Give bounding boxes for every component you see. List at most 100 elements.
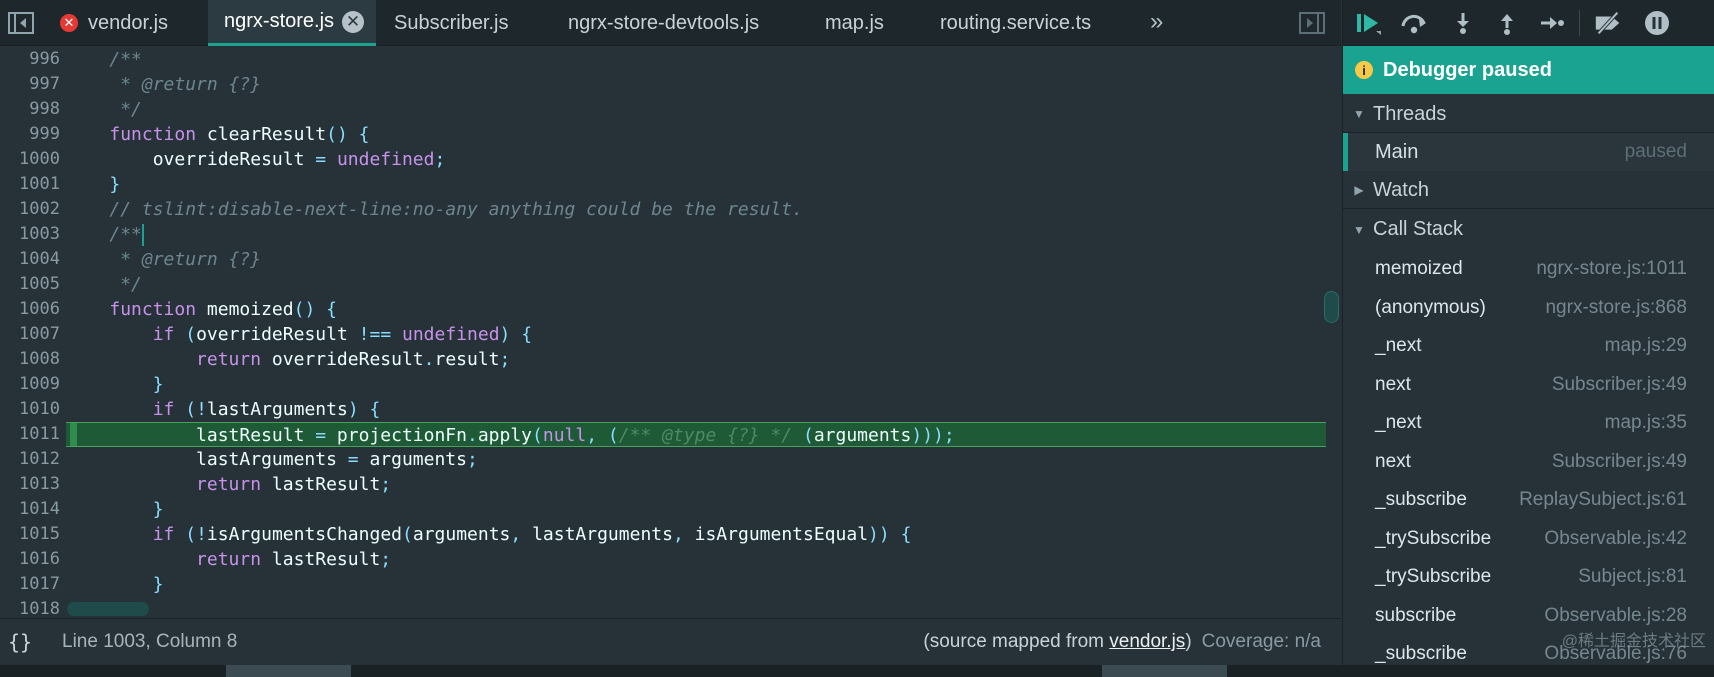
drawer-scroll-segment[interactable] [1102, 665, 1227, 677]
line-number[interactable]: 1011 [0, 422, 66, 447]
pretty-print-button[interactable]: {} [8, 630, 48, 654]
source-mapped-link[interactable]: vendor.js [1109, 631, 1185, 652]
line-number[interactable]: 997 [0, 72, 66, 97]
vertical-scrollbar-thumb[interactable] [1324, 291, 1339, 323]
toggle-debugger-icon [1299, 12, 1325, 34]
frame-location: ReplaySubject.js:61 [1519, 488, 1687, 510]
tab-ngrx-store-js[interactable]: ngrx-store.js ✕ [208, 0, 376, 46]
frame-function: _next [1375, 334, 1422, 356]
line-number[interactable]: 1008 [0, 347, 66, 372]
tab-subscriber-js[interactable]: Subscriber.js [394, 0, 509, 46]
code-line: function memoized() { [109, 299, 337, 320]
line-number[interactable]: 1018 [0, 597, 66, 618]
call-stack-frame[interactable]: _trySubscribe Observable.js:42 [1343, 521, 1714, 556]
tab-vendor-js[interactable]: ✕ vendor.js [58, 0, 208, 46]
banner-text: Debugger paused [1383, 58, 1552, 81]
call-stack-section-header[interactable]: ▼ Call Stack [1343, 211, 1714, 248]
tab-ngrx-store-devtools-js[interactable]: ngrx-store-devtools.js [568, 0, 759, 46]
line-number[interactable]: 1002 [0, 197, 66, 222]
line-number[interactable]: 1015 [0, 522, 66, 547]
call-stack-frame[interactable]: _subscribe ReplaySubject.js:61 [1343, 482, 1714, 517]
frame-location: ngrx-store.js:1011 [1536, 257, 1687, 279]
frame-function: _subscribe [1375, 642, 1467, 664]
frame-function: _next [1375, 411, 1422, 433]
threads-section-header[interactable]: ▼ Threads [1343, 96, 1714, 133]
frame-location: Subscriber.js:49 [1551, 450, 1687, 472]
line-number[interactable]: 999 [0, 122, 66, 147]
tab-map-js[interactable]: map.js [825, 0, 884, 46]
frame-location: Subject.js:81 [1578, 565, 1687, 587]
close-icon[interactable]: ✕ [342, 10, 365, 33]
more-tabs-button[interactable]: » [1150, 8, 1163, 36]
debugger-toolbar [1343, 0, 1714, 46]
step-button[interactable] [1537, 8, 1567, 38]
line-number[interactable]: 1005 [0, 272, 66, 297]
step-into-button[interactable] [1448, 8, 1478, 38]
toggle-navigator-icon [8, 12, 34, 34]
step-over-button[interactable] [1399, 8, 1429, 38]
line-number[interactable]: 1009 [0, 372, 66, 397]
horizontal-scrollbar-thumb[interactable] [67, 602, 149, 616]
code-line: if (!isArgumentsChanged(arguments, lastA… [152, 524, 912, 545]
line-number[interactable]: 1014 [0, 497, 66, 522]
info-icon: i [1355, 61, 1373, 79]
code-line: } [152, 499, 164, 520]
code-line: } [152, 574, 164, 595]
expanded-triangle-icon: ▼ [1353, 107, 1365, 121]
bottom-drawer-strip [0, 665, 1714, 677]
editor-pane: ✕ vendor.js ngrx-store.js ✕ Subscriber.j… [0, 0, 1341, 665]
drawer-scroll-segment[interactable] [226, 665, 351, 677]
code-line: if (!lastArguments) { [152, 399, 381, 420]
line-number[interactable]: 1017 [0, 572, 66, 597]
tab-label: map.js [825, 11, 884, 34]
frame-function: next [1375, 373, 1411, 395]
line-number[interactable]: 1001 [0, 172, 66, 197]
frame-location: map.js:29 [1604, 334, 1687, 356]
code-line: /** [109, 49, 142, 70]
call-stack-frame[interactable]: _next map.js:29 [1343, 328, 1714, 363]
line-number[interactable]: 998 [0, 97, 66, 122]
call-stack-frame[interactable]: next Subscriber.js:49 [1343, 367, 1714, 402]
line-number[interactable]: 1000 [0, 147, 66, 172]
code-line: if (overrideResult !== undefined) { [152, 324, 533, 345]
line-number-gutter[interactable]: 996 997 998 999 1000 1001 1002 1003 1004 1005 1006… [0, 47, 66, 618]
line-number[interactable]: 1012 [0, 447, 66, 472]
tab-routing-service-ts[interactable]: routing.service.ts [940, 0, 1091, 46]
call-stack-frame[interactable]: _next map.js:35 [1343, 405, 1714, 440]
toolbar-separator [1579, 10, 1580, 36]
line-number[interactable]: 1016 [0, 547, 66, 572]
pause-on-exceptions-button[interactable] [1642, 8, 1672, 38]
error-icon: ✕ [60, 14, 78, 32]
toggle-navigator-button[interactable] [6, 8, 36, 38]
step-out-button[interactable] [1492, 8, 1522, 38]
line-number[interactable]: 1010 [0, 397, 66, 422]
deactivate-breakpoints-button[interactable] [1593, 8, 1623, 38]
frame-function: _trySubscribe [1375, 565, 1492, 587]
line-number[interactable]: 1006 [0, 297, 66, 322]
code-line: lastArguments = arguments; [66, 449, 478, 470]
frame-function: subscribe [1375, 604, 1457, 626]
line-number[interactable]: 1003 [0, 222, 66, 247]
section-label: Watch [1373, 178, 1429, 201]
line-number[interactable]: 1004 [0, 247, 66, 272]
call-stack-frame[interactable]: next Subscriber.js:49 [1343, 444, 1714, 479]
tab-bar: ✕ vendor.js ngrx-store.js ✕ Subscriber.j… [0, 0, 1341, 46]
code-editor[interactable]: 996 997 998 999 1000 1001 1002 1003 1004 1005 1006… [0, 47, 1341, 618]
thread-item-main[interactable]: Main paused [1343, 133, 1714, 171]
toggle-debugger-button[interactable] [1297, 8, 1327, 38]
call-stack-frame[interactable]: memoized ngrx-store.js:1011 [1343, 251, 1714, 286]
resume-button[interactable] [1353, 8, 1383, 38]
watch-section-header[interactable]: ▶ Watch [1343, 172, 1714, 209]
frame-function: _subscribe [1375, 488, 1467, 510]
step-over-icon [1401, 14, 1426, 34]
line-number[interactable]: 1007 [0, 322, 66, 347]
call-stack-frame[interactable]: (anonymous) ngrx-store.js:868 [1343, 290, 1714, 325]
collapsed-triangle-icon: ▶ [1354, 183, 1364, 197]
call-stack-frame[interactable]: _trySubscribe Subject.js:81 [1343, 559, 1714, 594]
line-number[interactable]: 996 [0, 47, 66, 72]
code-line: // tslint:disable-next-line:no-any anyth… [109, 199, 803, 220]
step-out-icon [1501, 14, 1513, 35]
line-number[interactable]: 1013 [0, 472, 66, 497]
debugger-pane: i Debugger paused ▼ Threads Main paused … [1342, 0, 1714, 665]
